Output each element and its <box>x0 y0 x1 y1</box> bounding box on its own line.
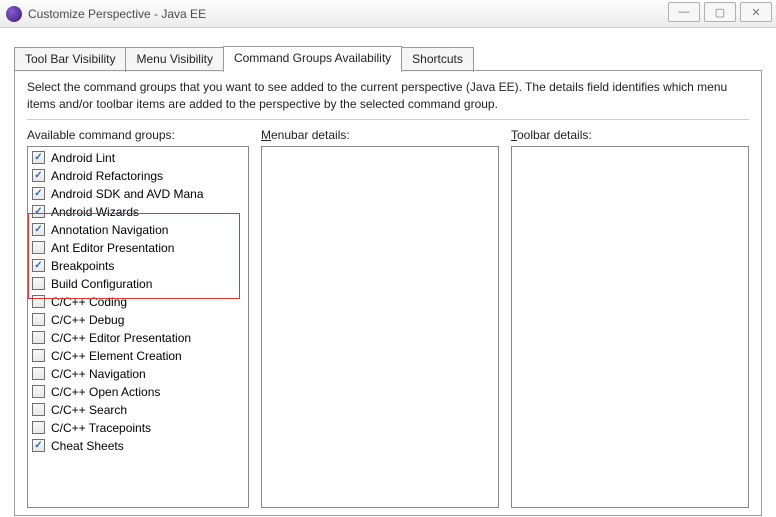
tab-bar: Tool Bar Visibility Menu Visibility Comm… <box>14 46 762 71</box>
list-item-label: Android Lint <box>51 151 115 165</box>
list-item[interactable]: C/C++ Open Actions <box>28 383 248 401</box>
minimize-button[interactable]: — <box>668 2 700 22</box>
checkbox[interactable] <box>32 403 45 416</box>
list-item[interactable]: C/C++ Debug <box>28 311 248 329</box>
command-groups-list[interactable]: ✓ Android Lint ✓ Android Refactorings ✓ Andro… <box>27 146 249 508</box>
checkbox[interactable]: ✓ <box>32 259 45 272</box>
list-item[interactable]: ✓ Android SDK and AVD Mana <box>28 185 248 203</box>
list-item-label: C/C++ Debug <box>51 313 124 327</box>
list-item-label: Build Configuration <box>51 277 152 291</box>
toolbar-details-box <box>511 146 749 508</box>
tab-panel: Select the command groups that you want … <box>14 70 762 516</box>
checkbox[interactable]: ✓ <box>32 169 45 182</box>
list-item[interactable]: C/C++ Tracepoints <box>28 419 248 437</box>
list-item[interactable]: ✓ Android Wizards <box>28 203 248 221</box>
checkbox[interactable] <box>32 385 45 398</box>
list-item-label: C/C++ Coding <box>51 295 127 309</box>
list-item[interactable]: C/C++ Coding <box>28 293 248 311</box>
list-item[interactable]: ✓ Cheat Sheets <box>28 437 248 455</box>
window-controls: — ▢ ✕ <box>664 0 776 24</box>
checkbox[interactable] <box>32 349 45 362</box>
menubar-details-label: Menubar details: <box>261 128 499 142</box>
list-item[interactable]: ✓ Annotation Navigation <box>28 221 248 239</box>
list-item[interactable]: Ant Editor Presentation <box>28 239 248 257</box>
list-item-label: Ant Editor Presentation <box>51 241 174 255</box>
list-item[interactable]: ✓ Android Lint <box>28 149 248 167</box>
list-item-label: Android Wizards <box>51 205 139 219</box>
maximize-button[interactable]: ▢ <box>704 2 736 22</box>
checkbox[interactable] <box>32 313 45 326</box>
checkbox[interactable]: ✓ <box>32 439 45 452</box>
toolbar-details-label: Toolbar details: <box>511 128 749 142</box>
list-item[interactable]: ✓ Android Refactorings <box>28 167 248 185</box>
eclipse-icon <box>6 6 22 22</box>
description-text: Select the command groups that you want … <box>27 79 749 113</box>
list-item[interactable]: C/C++ Element Creation <box>28 347 248 365</box>
tab-toolbar-visibility[interactable]: Tool Bar Visibility <box>14 47 126 72</box>
tab-menu-visibility[interactable]: Menu Visibility <box>125 47 223 72</box>
checkbox[interactable]: ✓ <box>32 187 45 200</box>
list-item-label: C/C++ Search <box>51 403 127 417</box>
list-item[interactable]: C/C++ Editor Presentation <box>28 329 248 347</box>
menubar-details-box <box>261 146 499 508</box>
list-item-label: Breakpoints <box>51 259 114 273</box>
list-item-label: Android Refactorings <box>51 169 163 183</box>
list-item-label: C/C++ Editor Presentation <box>51 331 191 345</box>
list-item-label: C/C++ Navigation <box>51 367 146 381</box>
list-item[interactable]: ✓ Breakpoints <box>28 257 248 275</box>
available-groups-label: Available command groups: <box>27 128 249 142</box>
window-title: Customize Perspective - Java EE <box>28 7 770 21</box>
tab-shortcuts[interactable]: Shortcuts <box>401 47 474 72</box>
checkbox[interactable]: ✓ <box>32 223 45 236</box>
list-item[interactable]: C/C++ Navigation <box>28 365 248 383</box>
list-item-label: Android SDK and AVD Mana <box>51 187 204 201</box>
list-item-label: Annotation Navigation <box>51 223 168 237</box>
separator <box>27 119 749 120</box>
list-item-label: Cheat Sheets <box>51 439 124 453</box>
checkbox[interactable] <box>32 421 45 434</box>
list-item-label: C/C++ Element Creation <box>51 349 182 363</box>
close-button[interactable]: ✕ <box>740 2 772 22</box>
checkbox[interactable]: ✓ <box>32 205 45 218</box>
checkbox[interactable] <box>32 241 45 254</box>
list-item[interactable]: Build Configuration <box>28 275 248 293</box>
checkbox[interactable] <box>32 331 45 344</box>
checkbox[interactable] <box>32 367 45 380</box>
titlebar: Customize Perspective - Java EE <box>0 0 776 28</box>
tab-command-groups[interactable]: Command Groups Availability <box>223 46 402 71</box>
list-item[interactable]: C/C++ Search <box>28 401 248 419</box>
list-item-label: C/C++ Tracepoints <box>51 421 151 435</box>
checkbox[interactable] <box>32 277 45 290</box>
checkbox[interactable]: ✓ <box>32 151 45 164</box>
list-item-label: C/C++ Open Actions <box>51 385 160 399</box>
checkbox[interactable] <box>32 295 45 308</box>
